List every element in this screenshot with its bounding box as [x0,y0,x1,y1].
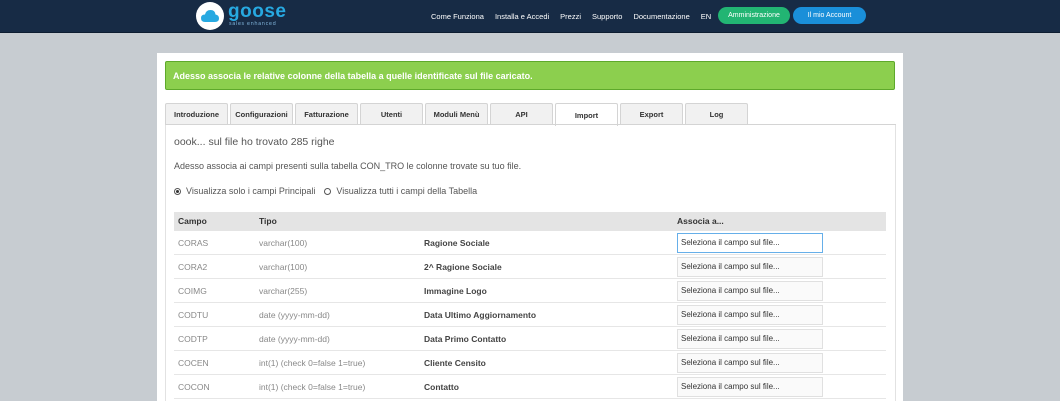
cell-tipo: date (yyyy-mm-dd) [259,310,330,320]
cell-tipo: date (yyyy-mm-dd) [259,334,330,344]
cell-description: Immagine Logo [424,286,487,296]
success-alert: Adesso associa le relative colonne della… [165,61,895,90]
table-row: CODTU date (yyyy-mm-dd) Data Ultimo Aggi… [174,303,886,327]
brand-tagline: sales enhanced [229,21,277,27]
cell-description: Ragione Sociale [424,238,490,248]
cloud-icon [201,10,219,22]
cell-campo: CORA2 [178,262,208,272]
field-select[interactable]: Seleziona il campo sul file... [677,353,823,373]
cell-tipo: varchar(100) [259,262,308,272]
cell-tipo: int(1) (check 0=false 1=true) [259,358,366,368]
mapping-table-header: Campo Tipo Associa a... [174,212,886,231]
nav-supporto[interactable]: Supporto [592,12,622,21]
cell-campo: CODTU [178,310,209,320]
tab-export[interactable]: Export [620,103,683,125]
cell-campo: COCEN [178,358,209,368]
tab-api[interactable]: API [490,103,553,125]
settings-tabs: Introduzione Configurazioni Fatturazione… [165,103,750,126]
table-row: CODTP date (yyyy-mm-dd) Data Primo Conta… [174,327,886,351]
table-row: CORA2 varchar(100) 2^ Ragione Sociale Se… [174,255,886,279]
logo-badge [196,2,224,30]
cell-description: Contatto [424,382,459,392]
tab-configurazioni[interactable]: Configurazioni [230,103,293,125]
admin-button[interactable]: Amministrazione [718,7,790,24]
field-select[interactable]: Seleziona il campo sul file... [677,233,823,253]
tab-utenti[interactable]: Utenti [360,103,423,125]
cell-campo: COIMG [178,286,207,296]
field-select[interactable]: Seleziona il campo sul file... [677,281,823,301]
nav-come-funziona[interactable]: Come Funziona [431,12,484,21]
cell-campo: COCON [178,382,210,392]
table-row: COCEN int(1) (check 0=false 1=true) Clie… [174,351,886,375]
nav-documentazione[interactable]: Documentazione [633,12,689,21]
cell-description: Cliente Censito [424,358,486,368]
tab-import[interactable]: Import [555,103,618,126]
instruction-text: Adesso associa ai campi presenti sulla t… [174,161,522,171]
nav-prezzi[interactable]: Prezzi [560,12,581,21]
tab-introduzione[interactable]: Introduzione [165,103,228,125]
field-filter-radios: Visualizza solo i campi Principali Visua… [174,186,486,196]
cell-campo: CODTP [178,334,208,344]
header-associa: Associa a... [677,216,724,226]
field-select[interactable]: Seleziona il campo sul file... [677,305,823,325]
tab-moduli-menu[interactable]: Moduli Menù [425,103,488,125]
account-button[interactable]: Il mio Account [793,7,866,24]
header-tipo: Tipo [259,216,277,226]
radio-main-fields[interactable] [174,187,181,195]
radio-all-fields[interactable] [324,187,332,195]
field-select[interactable]: Seleziona il campo sul file... [677,257,823,277]
rows-found-text: oook... sul file ho trovato 285 righe [174,136,335,148]
cell-description: 2^ Ragione Sociale [424,262,502,272]
main-nav: Come Funziona Installa e Accedi Prezzi S… [431,0,722,32]
table-row: CORAS varchar(100) Ragione Sociale Selez… [174,231,886,255]
top-navbar: goose sales enhanced Come Funziona Insta… [0,0,1060,33]
radio-main-label[interactable]: Visualizza solo i campi Principali [186,186,315,196]
field-select[interactable]: Seleziona il campo sul file... [677,329,823,349]
brand-logo[interactable]: goose sales enhanced [196,1,292,30]
cell-description: Data Ultimo Aggiornamento [424,310,537,320]
nav-language[interactable]: EN [701,12,711,21]
cell-tipo: int(1) (check 0=false 1=true) [259,382,366,392]
field-select[interactable]: Seleziona il campo sul file... [677,377,823,397]
cell-tipo: varchar(100) [259,238,308,248]
cell-description: Data Primo Contatto [424,334,507,344]
tab-fatturazione[interactable]: Fatturazione [295,103,358,125]
brand-name: goose [228,1,287,22]
cell-tipo: varchar(255) [259,286,308,296]
table-row: COIMG varchar(255) Immagine Logo Selezio… [174,279,886,303]
radio-all-label[interactable]: Visualizza tutti i campi della Tabella [336,186,477,196]
cell-campo: CORAS [178,238,209,248]
tab-log[interactable]: Log [685,103,748,125]
nav-installa[interactable]: Installa e Accedi [495,12,549,21]
table-row: COCON int(1) (check 0=false 1=true) Cont… [174,375,886,399]
header-campo: Campo [178,216,207,226]
